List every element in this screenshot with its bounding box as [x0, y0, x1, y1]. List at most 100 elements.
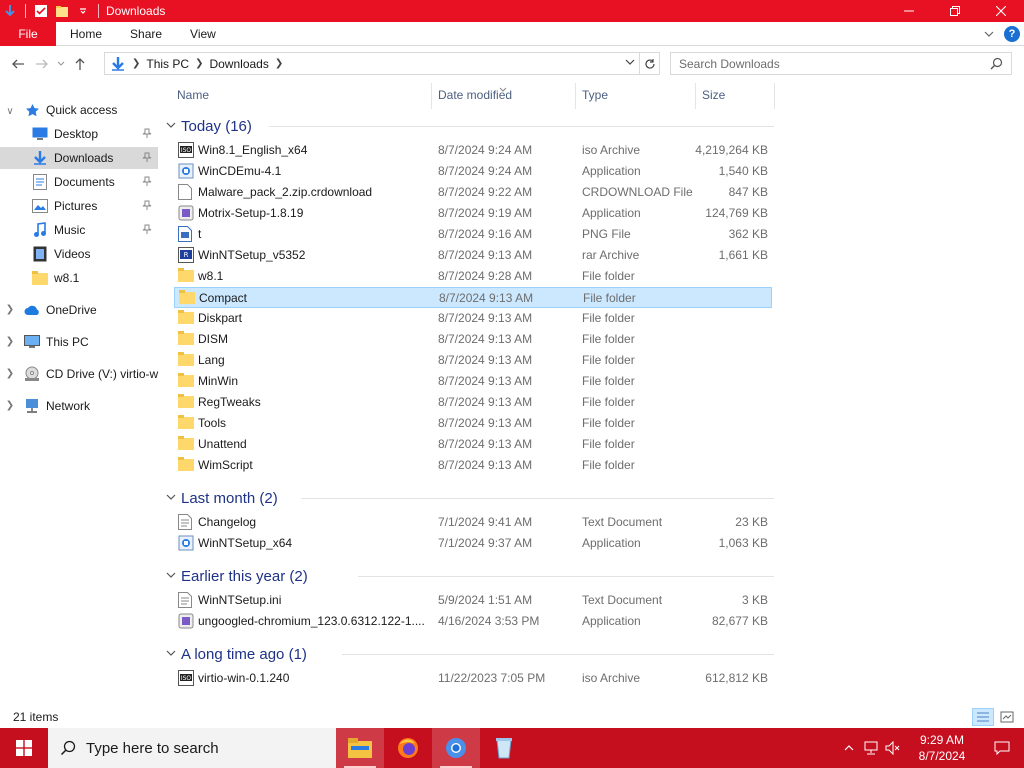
network-status-icon[interactable] [860, 728, 882, 768]
start-button[interactable] [0, 728, 48, 768]
tab-share[interactable]: Share [116, 22, 176, 46]
table-row[interactable]: Tools 8/7/2024 9:13 AM File folder [174, 413, 772, 434]
chevron-down-icon[interactable]: ∨ [4, 106, 16, 117]
recent-locations-button[interactable] [54, 52, 68, 76]
group-header[interactable]: A long time ago (1) [166, 643, 307, 665]
sidebar-item-desktop[interactable]: Desktop [0, 123, 158, 145]
up-button[interactable] [68, 52, 92, 76]
expand-ribbon-icon[interactable] [984, 27, 994, 41]
file-date: 8/7/2024 9:13 AM [438, 458, 533, 472]
column-divider[interactable] [575, 83, 576, 109]
help-icon[interactable]: ? [1004, 26, 1020, 42]
table-row[interactable]: Changelog 7/1/2024 9:41 AM Text Document 23… [174, 512, 772, 533]
chevron-right-icon[interactable]: ❯ [4, 336, 16, 347]
taskbar-file-explorer[interactable] [336, 728, 384, 768]
file-size: 4,219,264 KB [695, 143, 768, 157]
table-row[interactable]: MinWin 8/7/2024 9:13 AM File folder [174, 371, 772, 392]
table-row[interactable]: Motrix-Setup-1.8.19 8/7/2024 9:19 AM Appli… [174, 203, 772, 224]
sidebar-item-w8-1[interactable]: w8.1 [0, 267, 158, 289]
maximize-button[interactable] [932, 0, 978, 22]
column-header-type[interactable]: Type [582, 81, 608, 109]
table-row[interactable]: DISM 8/7/2024 9:13 AM File folder [174, 329, 772, 350]
table-row[interactable]: R WinNTSetup_v5352 8/7/2024 9:13 AM rar Arc… [174, 245, 772, 266]
file-name: DISM [198, 332, 228, 346]
download-icon[interactable] [2, 3, 18, 19]
column-header-name[interactable]: Name [177, 81, 209, 109]
pin-icon [142, 199, 152, 213]
taskbar-firefox[interactable] [384, 728, 432, 768]
nav-quick-access-label: Quick access [46, 103, 118, 117]
customize-toolbar-icon[interactable] [75, 3, 91, 19]
group-header[interactable]: Today (16) [166, 115, 252, 137]
group-header[interactable]: Last month (2) [166, 487, 278, 509]
volume-muted-icon[interactable] [882, 728, 904, 768]
file-type: Application [582, 206, 641, 220]
folder-icon [179, 290, 195, 306]
table-row[interactable]: Unattend 8/7/2024 9:13 AM File folder [174, 434, 772, 455]
sidebar-item-cd-drive[interactable]: CD Drive (V:) virtio-w [24, 363, 162, 385]
chevron-right-icon[interactable]: ❯ [4, 304, 16, 315]
column-header-size[interactable]: Size [702, 81, 725, 109]
table-row[interactable]: Compact 8/7/2024 9:13 AM File folder [174, 287, 772, 308]
close-button[interactable] [978, 0, 1024, 22]
refresh-button[interactable] [640, 52, 660, 75]
file-type: File folder [582, 311, 635, 325]
column-divider[interactable] [774, 83, 775, 109]
back-button[interactable] [6, 52, 30, 76]
sidebar-item-downloads[interactable]: Downloads [0, 147, 158, 169]
chevron-right-icon[interactable]: ❯ [4, 368, 16, 379]
sidebar-item-onedrive[interactable]: OneDrive [24, 299, 162, 321]
new-folder-icon[interactable] [54, 3, 70, 19]
table-row[interactable]: WinNTSetup_x64 7/1/2024 9:37 AM Applicatio… [174, 533, 772, 554]
sidebar-item-pictures[interactable]: Pictures [0, 195, 158, 217]
table-row[interactable]: Lang 8/7/2024 9:13 AM File folder [174, 350, 772, 371]
sidebar-item-this-pc[interactable]: This PC [24, 331, 162, 353]
table-row[interactable]: t 8/7/2024 9:16 AM PNG File 362 KB [174, 224, 772, 245]
tab-view[interactable]: View [176, 22, 230, 46]
sidebar-item-network[interactable]: Network [24, 395, 162, 417]
table-row[interactable]: ISO virtio-win-0.1.240 11/22/2023 7:05 PM i… [174, 668, 772, 689]
minimize-button[interactable] [886, 0, 932, 22]
table-row[interactable]: w8.1 8/7/2024 9:28 AM File folder [174, 266, 772, 287]
breadcrumb-this-pc[interactable]: This PC [146, 57, 189, 71]
forward-button[interactable] [30, 52, 54, 76]
sidebar-item-videos[interactable]: Videos [0, 243, 158, 265]
group-header[interactable]: Earlier this year (2) [166, 565, 308, 587]
chevron-down-icon [57, 61, 65, 66]
notifications-button[interactable] [980, 728, 1024, 768]
column-divider[interactable] [695, 83, 696, 109]
column-divider[interactable] [431, 83, 432, 109]
table-row[interactable]: WinNTSetup.ini 5/9/2024 1:51 AM Text Docum… [174, 590, 772, 611]
group-divider [341, 654, 774, 655]
sidebar-item-documents[interactable]: Documents [0, 171, 158, 193]
properties-icon[interactable] [33, 3, 49, 19]
table-row[interactable]: ungoogled-chromium_123.0.6312.122-1.... 4… [174, 611, 772, 632]
details-view-button[interactable] [972, 708, 994, 726]
tab-home[interactable]: Home [56, 22, 116, 46]
show-hidden-icons-button[interactable] [838, 728, 860, 768]
table-row[interactable]: WinCDEmu-4.1 8/7/2024 9:24 AM Application 1… [174, 161, 772, 182]
clock[interactable]: 9:29 AM 8/7/2024 [904, 732, 980, 764]
address-bar[interactable]: ❯ This PC ❯ Downloads ❯ [104, 52, 640, 75]
table-row[interactable]: WimScript 8/7/2024 9:13 AM File folder [174, 455, 772, 476]
chevron-right-icon[interactable]: ❯ [4, 400, 16, 411]
large-icons-view-button[interactable] [996, 708, 1018, 726]
taskbar-chromium[interactable] [432, 728, 480, 768]
table-row[interactable]: Diskpart 8/7/2024 9:13 AM File folder [174, 308, 772, 329]
table-row[interactable]: ISO Win8.1_English_x64 8/7/2024 9:24 AM iso… [174, 140, 772, 161]
nav-quick-access[interactable]: Quick access [24, 99, 162, 121]
address-dropdown-icon[interactable] [625, 56, 635, 70]
file-type: File folder [582, 395, 635, 409]
table-row[interactable]: RegTweaks 8/7/2024 9:13 AM File folder [174, 392, 772, 413]
pin-icon [142, 151, 152, 165]
sidebar-item-label: Videos [54, 247, 91, 261]
table-row[interactable]: Malware_pack_2.zip.crdownload 8/7/2024 9:… [174, 182, 772, 203]
breadcrumb-downloads[interactable]: Downloads [209, 57, 268, 71]
file-date: 8/7/2024 9:16 AM [438, 227, 533, 241]
sort-indicator-icon [499, 81, 507, 95]
tab-file[interactable]: File [0, 21, 56, 46]
sidebar-item-music[interactable]: Music [0, 219, 158, 241]
taskbar-search-input[interactable]: Type here to search [48, 728, 336, 768]
taskbar-app[interactable] [480, 728, 528, 768]
search-input[interactable]: Search Downloads [670, 52, 1012, 75]
